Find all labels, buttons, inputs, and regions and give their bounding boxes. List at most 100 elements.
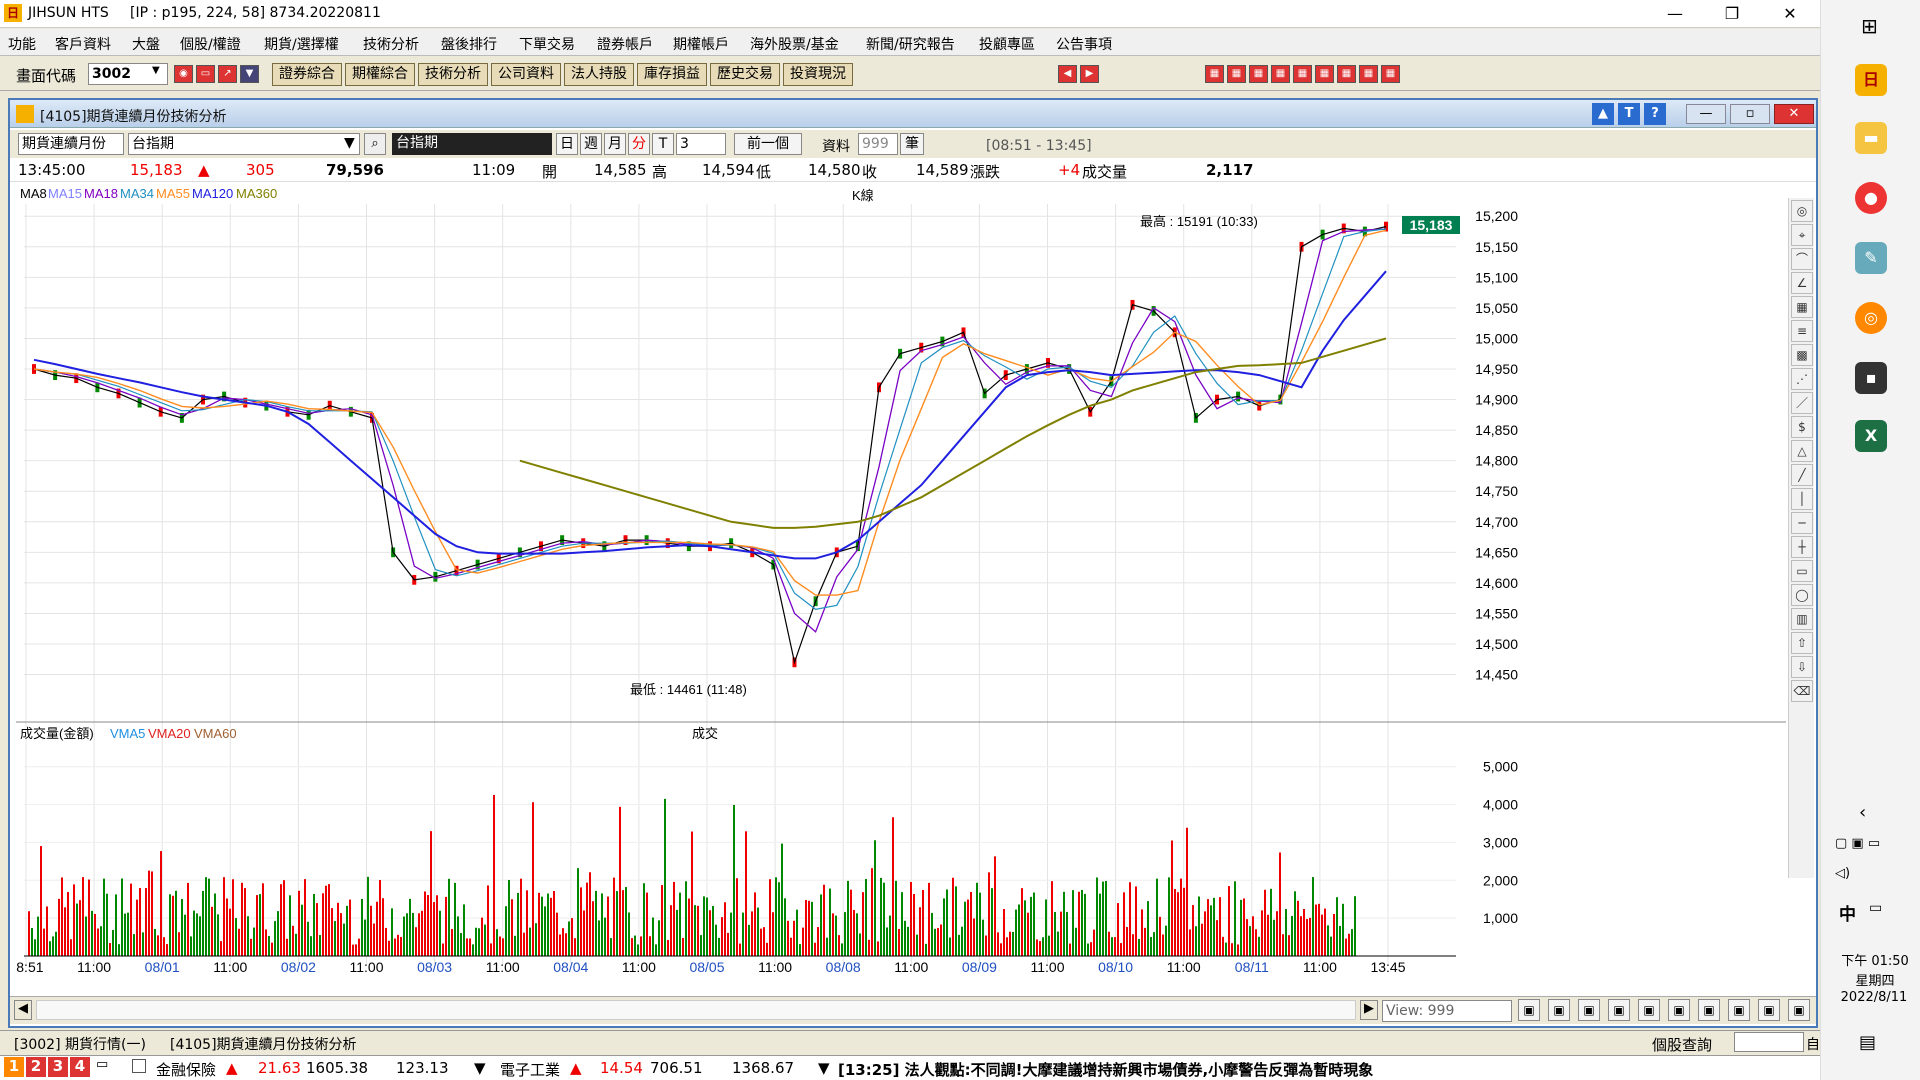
view-tool-icon-1[interactable]: ▣: [1548, 999, 1570, 1021]
pattern-icon[interactable]: ▩: [1791, 344, 1813, 366]
menu-item-13[interactable]: 公告事項: [1056, 34, 1112, 54]
lines-icon[interactable]: ≡: [1791, 320, 1813, 342]
dropdown-icon[interactable]: ▼: [240, 65, 259, 83]
view-tool-icon-5[interactable]: ▣: [1668, 999, 1690, 1021]
chrome-icon[interactable]: ●: [1855, 182, 1887, 214]
news-ticker[interactable]: [13:25] 法人觀點:不同調!大摩建議增持新興市場債券,小摩警告反彈為暫時現…: [838, 1059, 1373, 1080]
notification-icon[interactable]: ▤: [1859, 1032, 1876, 1053]
tray-icons[interactable]: ▢ ▣ ▭: [1835, 836, 1880, 851]
contract-select[interactable]: 期貨連續月份: [18, 133, 124, 155]
child-minimize-icon[interactable]: —: [1686, 104, 1726, 124]
period-button-3[interactable]: 分: [628, 133, 650, 155]
toolbar-button-4[interactable]: 法人持股: [564, 63, 634, 86]
dropdown-arrow-icon[interactable]: ▼: [344, 135, 355, 151]
menu-item-8[interactable]: 證券帳戶: [597, 34, 653, 54]
stock-query-input[interactable]: [1734, 1032, 1804, 1052]
data-count-input[interactable]: 999: [858, 133, 898, 155]
ellipse-icon[interactable]: ◯: [1791, 584, 1813, 606]
tool-icon-3[interactable]: ▦: [1271, 65, 1290, 83]
lock-icon[interactable]: ▭: [96, 1057, 108, 1072]
self-label[interactable]: 自: [1806, 1034, 1820, 1054]
toolbar-button-1[interactable]: 期權綜合: [345, 63, 415, 86]
tool-icon-5[interactable]: ▦: [1315, 65, 1334, 83]
eraser-icon[interactable]: ⌫: [1791, 680, 1813, 702]
tool-icon-0[interactable]: ▦: [1205, 65, 1224, 83]
menu-item-12[interactable]: 投顧專區: [979, 34, 1035, 54]
arc-icon[interactable]: ⌒: [1791, 248, 1813, 270]
view-tool-icon-2[interactable]: ▣: [1578, 999, 1600, 1021]
kline-chart[interactable]: MA8 MA15 MA18 MA34 MA55 MA120 MA360 K線 15,200 15,…: [16, 184, 1786, 984]
line-icon[interactable]: ／: [1791, 392, 1813, 414]
view-tool-icon-0[interactable]: ▣: [1518, 999, 1540, 1021]
cross-icon[interactable]: ┼: [1791, 536, 1813, 558]
period-button-0[interactable]: 日: [556, 133, 578, 155]
toolbar-button-6[interactable]: 歷史交易: [710, 63, 780, 86]
tab-analysis[interactable]: [4105]期貨連續月份技術分析: [170, 1034, 357, 1054]
tool-icon-7[interactable]: ▦: [1359, 65, 1378, 83]
text-icon[interactable]: T: [1618, 103, 1640, 125]
rect-icon[interactable]: ▭: [1791, 560, 1813, 582]
grid-icon[interactable]: ▦: [1791, 296, 1813, 318]
menu-item-10[interactable]: 海外股票/基金: [750, 34, 839, 54]
scroll-right-icon[interactable]: ▶: [1360, 1000, 1378, 1020]
toolbar-button-7[interactable]: 投資現況: [783, 63, 853, 86]
chevron-down-icon[interactable]: ▼: [152, 65, 166, 83]
child-restore-icon[interactable]: ▫: [1730, 104, 1770, 124]
hline-icon[interactable]: ─: [1791, 512, 1813, 534]
speaker-icon[interactable]: ◁): [1835, 866, 1850, 881]
sticky-notes-icon[interactable]: ▪: [1855, 362, 1887, 394]
period-button-1[interactable]: 週: [580, 133, 602, 155]
toolbar-button-5[interactable]: 庫存損益: [637, 63, 707, 86]
view-tool-icon-4[interactable]: ▣: [1638, 999, 1660, 1021]
ticker-checkbox[interactable]: [132, 1059, 146, 1073]
windows-icon[interactable]: ⊞: [1861, 14, 1878, 38]
view-tool-icon-3[interactable]: ▣: [1608, 999, 1630, 1021]
tab-quotes[interactable]: [3002] 期貨行情(一): [14, 1034, 146, 1054]
menu-item-2[interactable]: 大盤: [132, 34, 160, 54]
ticker-page-2[interactable]: 2: [26, 1057, 46, 1077]
menu-item-1[interactable]: 客戶資料: [55, 34, 111, 54]
browser-icon[interactable]: ◎: [1855, 302, 1887, 334]
menu-item-0[interactable]: 功能: [8, 34, 36, 54]
tool-icon-4[interactable]: ▦: [1293, 65, 1312, 83]
next-icon[interactable]: ▶: [1080, 65, 1099, 83]
period-button-2[interactable]: 月: [604, 133, 626, 155]
ime-mode-icon[interactable]: ▭: [1869, 900, 1882, 916]
menu-item-4[interactable]: 期貨/選擇權: [264, 34, 339, 54]
menu-item-9[interactable]: 期權帳戶: [673, 34, 729, 54]
tool-icon-1[interactable]: ▦: [1227, 65, 1246, 83]
menu-item-3[interactable]: 個股/權證: [180, 34, 241, 54]
cursor-icon[interactable]: ⌖: [1791, 224, 1813, 246]
product-select[interactable]: 台指期: [128, 133, 360, 155]
magnifier-icon[interactable]: ⌕: [364, 133, 386, 155]
toolbar-button-2[interactable]: 技術分析: [418, 63, 488, 86]
child-close-icon[interactable]: ✕: [1774, 104, 1814, 124]
scroll-left-icon[interactable]: ◀: [14, 1000, 32, 1020]
minimize-icon[interactable]: —: [1650, 2, 1700, 26]
tool-icon-6[interactable]: ▦: [1337, 65, 1356, 83]
s-icon[interactable]: $: [1791, 416, 1813, 438]
scrollbar[interactable]: [36, 1000, 1356, 1020]
toolbar-button-3[interactable]: 公司資料: [491, 63, 561, 86]
chevron-down-icon[interactable]: ▼: [474, 1059, 486, 1077]
ticker-page-1[interactable]: 1: [4, 1057, 24, 1077]
vline-icon[interactable]: │: [1791, 488, 1813, 510]
up-arrow-icon[interactable]: ⇧: [1791, 632, 1813, 654]
fan-icon[interactable]: ∠: [1791, 272, 1813, 294]
top-icon[interactable]: ▲: [1592, 103, 1614, 125]
help-icon[interactable]: ?: [1644, 103, 1666, 125]
triangle-icon[interactable]: △: [1791, 440, 1813, 462]
ray-icon[interactable]: ╱: [1791, 464, 1813, 486]
view-tool-icon-9[interactable]: ▣: [1788, 999, 1810, 1021]
folder-icon[interactable]: ▬: [1855, 122, 1887, 154]
prev-icon[interactable]: ◀: [1058, 65, 1077, 83]
period-button-4[interactable]: T: [652, 133, 674, 155]
ticker-page-3[interactable]: 3: [48, 1057, 68, 1077]
maximize-icon[interactable]: ❐: [1707, 2, 1757, 26]
tool-icon-8[interactable]: ▦: [1381, 65, 1400, 83]
tool-icon-2[interactable]: ▦: [1249, 65, 1268, 83]
search-icon[interactable]: ◉: [174, 65, 193, 83]
chevron-down-icon[interactable]: ▼: [818, 1059, 830, 1077]
folder-icon[interactable]: ▭: [196, 65, 215, 83]
prev-button[interactable]: 前一個: [734, 133, 802, 155]
